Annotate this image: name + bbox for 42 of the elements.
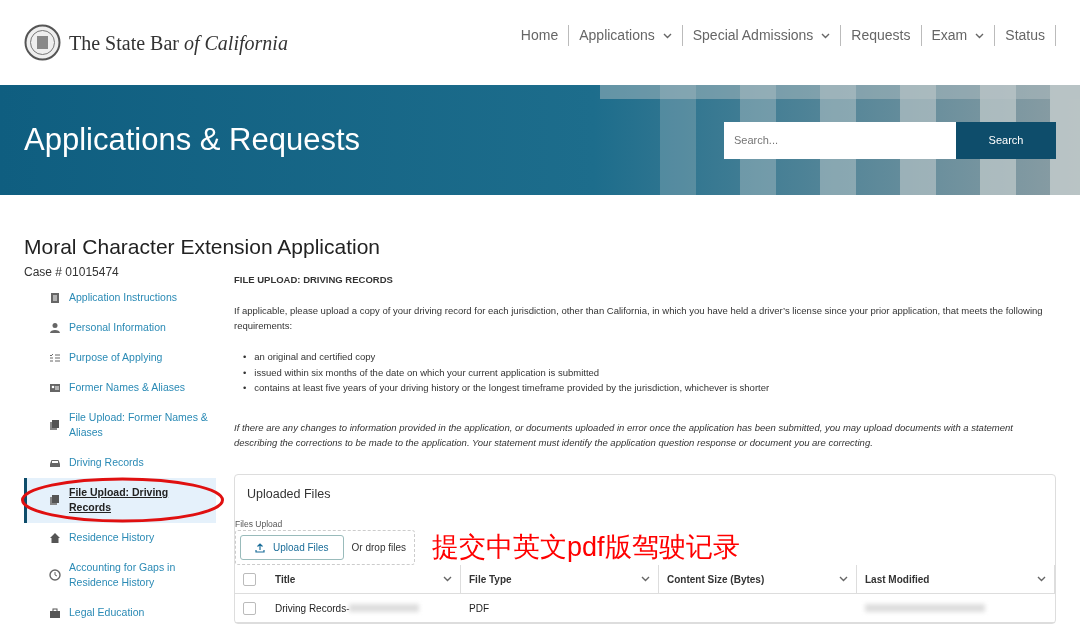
card-title: Uploaded Files — [246, 485, 332, 503]
drop-zone[interactable]: Upload Files Or drop files — [235, 530, 416, 566]
nav-link[interactable]: Exam — [921, 25, 996, 46]
page-title: Moral Character Extension Application — [24, 234, 381, 260]
requirement-item: issued within six months of the date on which your current application is submitted — [254, 365, 600, 380]
requirement-item: an original and certified copy — [254, 350, 376, 365]
sidebar-item[interactable]: Former Names & Aliases — [24, 372, 216, 403]
annotation-text: 提交中英文pdf版驾驶记录 — [432, 531, 740, 564]
column-header[interactable]: Last Modified — [857, 565, 1055, 594]
sidebar-item[interactable]: Driving Records — [24, 447, 216, 478]
upload-label: Files Upload — [235, 517, 284, 531]
sidebar-item[interactable]: Accounting for Gaps in Residence History — [24, 552, 216, 598]
intro-paragraph: If applicable, please upload a copy of your driving record for each jurisdiction, other than California, in which you have held a driver’s license since your prior application, that meets the following requirements: — [234, 303, 1044, 333]
sidebar-item[interactable]: Residence History — [24, 522, 216, 553]
search-field[interactable]: Search... — [724, 121, 956, 159]
nav-link[interactable]: Applications — [569, 25, 683, 46]
sidebar-item[interactable]: Application Instructions — [24, 282, 216, 313]
column-header[interactable]: Title — [267, 565, 461, 594]
sidebar-item[interactable]: Purpose of Applying — [24, 342, 216, 373]
bullet-mark: • — [243, 365, 247, 380]
case-number: Case # 01015474 — [24, 263, 120, 281]
sidebar-item[interactable]: File Upload: Former Names & Aliases — [24, 402, 216, 448]
search-button[interactable]: Search — [956, 121, 1056, 159]
nav-link[interactable]: Special Admissions — [682, 25, 842, 46]
nav-link[interactable]: Status — [995, 25, 1056, 46]
logo-text[interactable]: The State Bar of California — [69, 27, 288, 58]
column-header[interactable]: File Type — [461, 565, 659, 594]
note-paragraph: If there are any changes to information provided in the application, or documents uploaded in error once the application has been submitted, you may upload documents with a statement describing the corrections to be made to the application. Your statement must identify the application question response or document you are correcting. — [234, 420, 1014, 450]
upload-files-button[interactable]: Upload Files — [240, 535, 344, 561]
drop-hint: Or drop files — [351, 541, 408, 556]
section-heading: FILE UPLOAD: DRIVING RECORDS — [234, 272, 394, 287]
bullet-mark: • — [243, 350, 247, 365]
sidebar-item[interactable]: Personal Information — [24, 312, 216, 343]
table-cell-text: Driving Records- — [275, 601, 350, 616]
requirement-item: contains at least five years of your driving history or the longest timeframe provided by the jurisdiction, whichever is shorter — [254, 381, 770, 396]
nav-link[interactable]: Requests — [841, 25, 922, 46]
table-cell-text: PDF — [469, 601, 489, 616]
column-header[interactable]: Content Size (Bytes) — [659, 565, 857, 594]
sidebar-item[interactable]: Legal Education — [24, 597, 216, 625]
bullet-mark: • — [243, 381, 247, 396]
banner-title: Applications & Requests — [24, 120, 361, 159]
nav-link[interactable]: Home — [510, 25, 570, 46]
